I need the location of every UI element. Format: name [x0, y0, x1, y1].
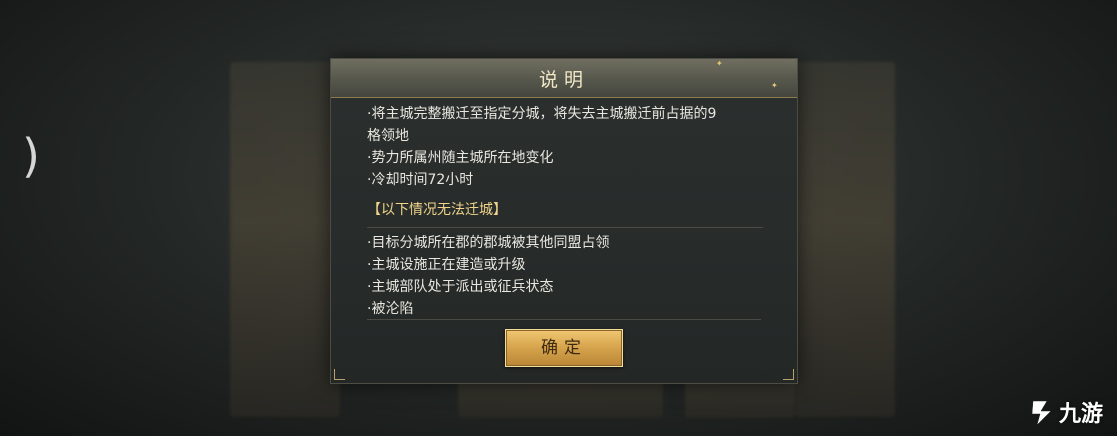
condition-line: ·目标分城所在郡的郡城被其他同盟占领 — [367, 235, 610, 251]
watermark: 九游 — [1027, 394, 1103, 430]
condition-line: ·被沦陷 — [367, 301, 414, 317]
dialog-title: 说明 — [538, 69, 589, 91]
jiuyou-logo-icon — [1031, 400, 1052, 426]
info-dialog: 说明 ✦ ✦ ·将主城完整搬迁至指定分城，将失去主城搬迁前占据的9 格领地 ·势… — [330, 58, 798, 384]
info-line: ·冷却时间72小时 — [367, 172, 474, 188]
corner-ornament-icon — [334, 369, 345, 380]
condition-line: ·主城部队处于派出或征兵状态 — [367, 279, 554, 295]
background-card-right — [795, 62, 895, 417]
watermark-text: 九游 — [1058, 402, 1103, 427]
nav-arrow-icon[interactable]: ) — [22, 130, 42, 182]
corner-ornament-icon — [783, 369, 794, 380]
dialog-content: ·将主城完整搬迁至指定分城，将失去主城搬迁前占据的9 格领地 ·势力所属州随主城… — [367, 103, 763, 320]
section-title: 【以下情况无法迁城】 — [367, 199, 763, 228]
dialog-header: 说明 ✦ ✦ — [331, 59, 797, 98]
sparkle-icon: ✦ — [771, 81, 778, 90]
background-card-left — [230, 62, 340, 417]
condition-line: ·主城设施正在建造或升级 — [367, 257, 526, 273]
confirm-button[interactable]: 确定 — [505, 329, 623, 367]
info-line: ·将主城完整搬迁至指定分城，将失去主城搬迁前占据的9 — [367, 106, 717, 122]
info-line: 格领地 — [367, 128, 409, 144]
divider — [367, 319, 761, 320]
sparkle-icon: ✦ — [716, 59, 723, 68]
info-line: ·势力所属州随主城所在地变化 — [367, 150, 554, 166]
